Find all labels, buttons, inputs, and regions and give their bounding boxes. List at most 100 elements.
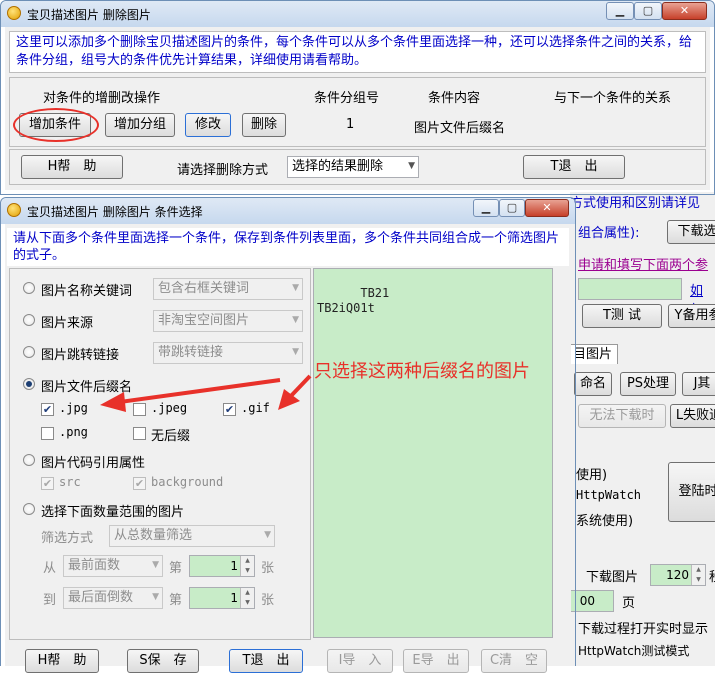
dialog-title: 宝贝描述图片 删除图片 条件选择 [27,205,203,219]
bg-download-select-button[interactable]: 下载选 [667,220,715,244]
row-condition-content: 图片文件后缀名 [414,121,506,136]
bg-login-button[interactable]: 登陆时 [668,462,715,522]
bg-fail-download-button[interactable]: 无法下载时 [578,404,666,428]
radio-source[interactable] [23,314,35,326]
dropdown-arrow-icon: ▼ [408,161,415,171]
to-nth-label: 第 [169,593,183,608]
dialog-export-button[interactable]: E导 出 [403,649,469,673]
to-label: 到 [43,593,57,608]
bg-text-use: 使用) [576,468,608,483]
to-select[interactable]: 最后面倒数 ▼ [63,587,163,609]
suffix-gif-label[interactable]: .gif [241,401,270,415]
bg-page-input[interactable]: 00 [570,590,614,612]
suffix-jpeg-label[interactable]: .jpeg [151,401,187,415]
minimize-icon[interactable]: ▁ [606,2,634,20]
main-help-button[interactable]: H帮 助 [21,155,123,179]
dropdown-arrow-icon: ▼ [152,592,159,602]
add-condition-highlight-ellipse [13,108,99,142]
dropdown-arrow-icon: ▼ [292,315,299,325]
dialog-clear-button[interactable]: C清 空 [481,649,547,673]
bg-httpwatch-test-label: HttpWatch测试模式 [578,644,690,658]
checkbox-jpeg[interactable] [133,403,146,416]
bg-text-httpwatch: HttpWatch [576,488,642,502]
dialog-close-icon[interactable]: ✕ [525,199,569,217]
dialog-save-button[interactable]: S保 存 [127,649,199,673]
bg-realtime-label: 下载过程打开实时显示 [578,622,709,637]
radio-name-keyword[interactable] [23,282,35,294]
checkbox-no-suffix[interactable] [133,427,146,440]
dialog-import-button[interactable]: I导 入 [327,649,393,673]
delete-method-select[interactable]: 选择的结果删除 ▼ [287,156,419,178]
radio-jump-link[interactable] [23,346,35,358]
maximize-icon[interactable]: ▢ [634,2,662,20]
attr-background-label[interactable]: background [151,475,223,489]
dialog-app-icon [7,203,21,217]
spinner-arrows-icon[interactable]: ▲ ▼ [240,556,254,576]
option-name-keyword-label[interactable]: 图片名称关键词 [41,280,132,299]
header-content: 条件内容 [428,91,481,106]
dialog-help-button[interactable]: H帮 助 [25,649,99,673]
bg-ps-button[interactable]: PS处理 [620,372,676,396]
radio-code-attr[interactable] [23,454,35,466]
option-file-suffix-label[interactable]: 图片文件后缀名 [41,376,132,395]
dialog-exit-button[interactable]: T退 出 [229,649,303,673]
main-window-title: 宝贝描述图片 删除图片 [27,8,151,22]
from-number-spinner[interactable]: 1 ▲ ▼ [189,555,255,577]
radio-count-range[interactable] [23,503,35,515]
app-icon [7,6,21,20]
option-source-label[interactable]: 图片来源 [41,312,93,331]
option-code-attr-label[interactable]: 图片代码引用属性 [41,452,145,471]
bg-input[interactable] [578,278,682,300]
source-select[interactable]: 非淘宝空间图片 ▼ [153,310,303,332]
bg-download-label: 下载图片 [586,570,639,585]
bg-text-system: 系统使用) [576,514,634,529]
header-relation: 与下一个条件的关系 [554,91,672,106]
annotation-text: 只选择这两种后缀名的图片 [314,361,530,382]
checkbox-jpg[interactable]: ✔ [41,403,54,416]
bg-other-button[interactable]: J其 [682,372,715,396]
modify-button[interactable]: 修改 [185,113,231,137]
delete-button[interactable]: 删除 [242,113,286,137]
dialog-info-text: 请从下面多个条件里面选择一个条件，保存到条件列表里面，多个条件共同组合成一个筛选… [13,231,560,263]
main-titlebar: 宝贝描述图片 删除图片 ▁ ▢ ✕ [1,1,714,27]
bg-download-count[interactable]: 120 ▲ ▼ [650,564,706,586]
checkbox-gif[interactable]: ✔ [223,403,236,416]
bg-test-button[interactable]: T测 试 [582,304,662,328]
filter-method-label: 筛选方式 [41,531,94,546]
delete-method-label: 请选择删除方式 [177,163,269,178]
checkbox-src[interactable]: ✔ [41,477,54,490]
option-jump-link-label[interactable]: 图片跳转链接 [41,344,119,363]
attr-src-label[interactable]: src [59,475,81,489]
checkbox-background[interactable]: ✔ [133,477,146,490]
to-number-spinner[interactable]: 1 ▲ ▼ [189,587,255,609]
dropdown-arrow-icon: ▼ [152,560,159,570]
suffix-png-label[interactable]: .png [59,425,88,439]
bg-fail-trace-button[interactable]: L失败追 [670,404,715,428]
condition-dialog: 宝贝描述图片 删除图片 条件选择 ▁ ▢ ✕ 请从下面多个条件里面选择一个条件，… [0,197,576,673]
dialog-minimize-icon[interactable]: ▁ [473,199,499,217]
from-select[interactable]: 最前面数 ▼ [63,555,163,577]
suffix-none-label[interactable]: 无后缀 [151,425,190,444]
filter-method-select[interactable]: 从总数量筛选 ▼ [109,525,275,547]
bg-tab[interactable]: 目图片 [570,344,618,364]
checkbox-png[interactable] [41,427,54,440]
jump-link-select[interactable]: 带跳转链接 ▼ [153,342,303,364]
dialog-maximize-icon[interactable]: ▢ [499,199,525,217]
spinner-arrows-icon[interactable]: ▲ ▼ [240,588,254,608]
keyword-textarea[interactable]: TB21 TB2iQ01t [313,268,553,638]
bg-partial-char: 秒 [709,566,715,585]
from-label: 从 [43,561,57,576]
suffix-jpg-label[interactable]: .jpg [59,401,88,415]
name-keyword-select[interactable]: 包含右框关键词 ▼ [153,278,303,300]
dropdown-arrow-icon: ▼ [292,347,299,357]
bg-rename-button[interactable]: 命名 [574,372,612,396]
option-count-range-label[interactable]: 选择下面数量范围的图片 [41,501,184,520]
background-window: 方式使用和区别请详见 组合属性): 下载选 申请和填写下面两个参 如何 T测 试… [570,192,715,666]
main-info-box: 这里可以添加多个删除宝贝描述图片的条件，每个条件可以从多个条件里面选择一种，还可… [9,31,706,73]
close-icon[interactable]: ✕ [662,2,707,20]
radio-file-suffix[interactable] [23,378,35,390]
dialog-info-box: 请从下面多个条件里面选择一个条件，保存到条件列表里面，多个条件共同组合成一个筛选… [7,228,569,266]
bg-backup-button[interactable]: Y备用参 [668,304,715,328]
add-group-button[interactable]: 增加分组 [105,113,175,137]
main-exit-button[interactable]: T退 出 [523,155,625,179]
